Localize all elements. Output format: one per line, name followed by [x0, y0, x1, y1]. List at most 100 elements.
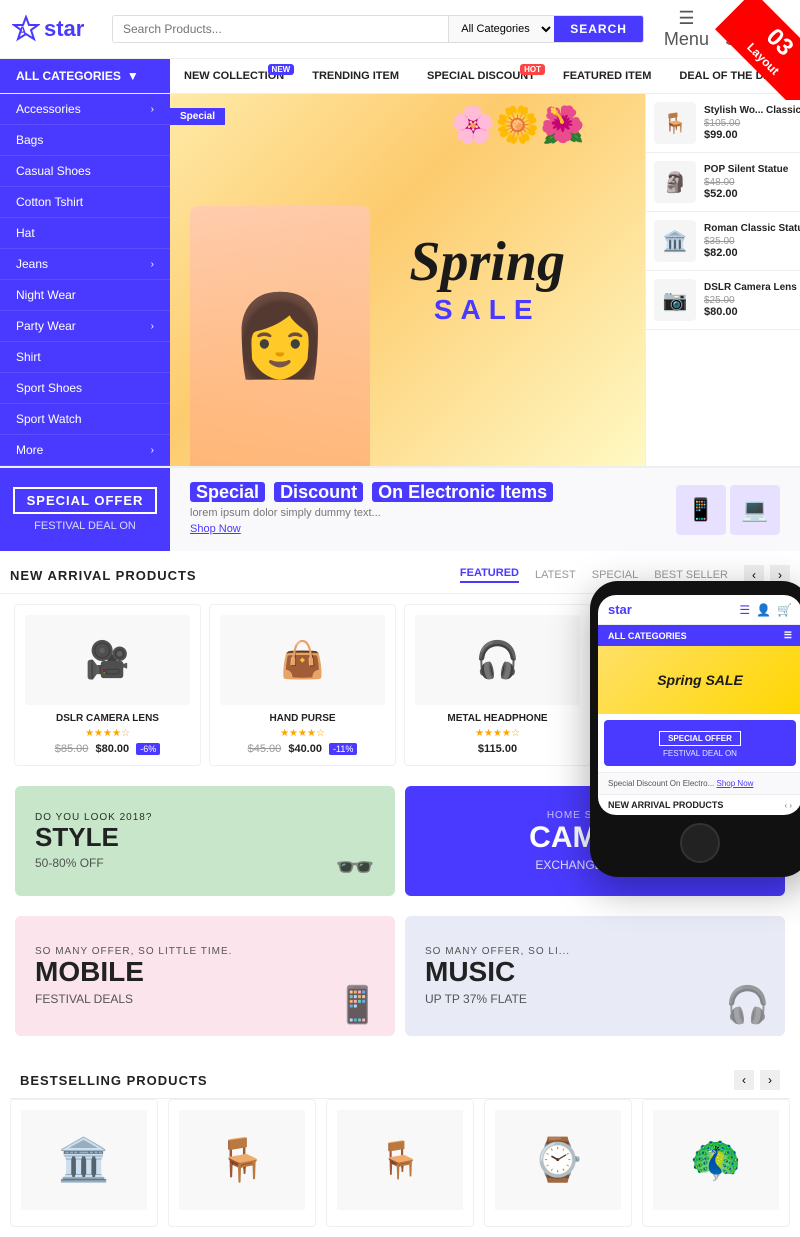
special-offer-left[interactable]: SPECIAL OFFER FESTIVAL DEAL ON: [0, 468, 170, 551]
product-price-2: $115.00: [415, 743, 580, 755]
logo[interactable]: A star: [12, 15, 102, 43]
phone-new-arrivals-header: NEW ARRIVAL PRODUCTS ‹ ›: [598, 794, 800, 815]
right-panel-item-3[interactable]: 📷 DSLR Camera Lens $25.00 $80.00: [646, 271, 800, 330]
phone-new-arrivals-label: NEW ARRIVAL PRODUCTS: [608, 800, 723, 810]
phone-discount-text: Special Discount On Electro...: [608, 779, 714, 788]
bestselling-products: 🏛️ 🪑 🪑 ⌚ 🦚: [10, 1099, 790, 1227]
right-panel-img-1: 🗿: [654, 161, 696, 203]
phone-cart-icon: 🛒: [777, 603, 792, 617]
product-stars-1: ★★★★☆: [220, 728, 385, 739]
right-panel-price-old-3: $25.00: [704, 295, 797, 306]
chevron-right-icon-jeans: ›: [151, 259, 154, 270]
bs-product-1[interactable]: 🪑: [168, 1099, 316, 1227]
bs-product-4[interactable]: 🦚: [642, 1099, 790, 1227]
tab-best-seller[interactable]: BEST SELLER: [654, 569, 728, 581]
sidebar-item-sport-shoes[interactable]: Sport Shoes: [0, 373, 170, 404]
product-img-2: 🎧: [415, 615, 580, 705]
hero-sale-text: SALE: [409, 294, 565, 326]
sidebar-item-casual-shoes[interactable]: Casual Shoes: [0, 156, 170, 187]
product-card-0[interactable]: 🎥 DSLR CAMERA LENS ★★★★☆ $85.00 $80.00 -…: [14, 604, 201, 766]
sidebar-item-accessories[interactable]: Accessories ›: [0, 94, 170, 125]
promo-banner-style[interactable]: DO YOU LOOK 2018? STYLE 50-80% OFF 🕶️: [15, 786, 395, 896]
right-panel-info-0: Stylish Wo... Classic Ch... $105.00 $99.…: [704, 105, 800, 141]
right-panel-title-0: Stylish Wo... Classic Ch...: [704, 105, 800, 116]
nav-new-badge: NEW: [268, 64, 295, 75]
search-input[interactable]: [113, 16, 448, 42]
bs-product-3[interactable]: ⌚: [484, 1099, 632, 1227]
product-badge-1: -11%: [329, 743, 357, 755]
product-new-price-2: $115.00: [478, 743, 517, 755]
phone-screen: star ☰ 👤 🛒 ALL CATEGORIES ☰ Spring SALE …: [598, 595, 800, 815]
sidebar-item-party-wear[interactable]: Party Wear ›: [0, 311, 170, 342]
right-panel-item-2[interactable]: 🏛️ Roman Classic Statue $35.00 $82.00: [646, 212, 800, 271]
header: A star All Categories SEARCH ☰ Menu 🎧 Su…: [0, 0, 800, 59]
mobile-banner-music[interactable]: SO MANY OFFER, SO LI... MUSIC UP TP 37% …: [405, 916, 785, 1036]
chevron-right-icon-more: ›: [151, 445, 154, 456]
shop-now-link[interactable]: Shop Now: [190, 523, 241, 535]
right-panel-title-1: POP Silent Statue: [704, 164, 788, 175]
product-stars-0: ★★★★☆: [25, 728, 190, 739]
right-panel-info-3: DSLR Camera Lens $25.00 $80.00: [704, 282, 797, 318]
sidebar-item-sport-watch[interactable]: Sport Watch: [0, 404, 170, 435]
phone-home-button: [680, 823, 720, 863]
product-card-1[interactable]: 👜 HAND PURSE ★★★★☆ $45.00 $40.00 -11%: [209, 604, 396, 766]
tab-featured[interactable]: FEATURED: [460, 567, 519, 583]
logo-text: star: [44, 16, 84, 42]
sidebar-item-shirt[interactable]: Shirt: [0, 342, 170, 373]
product-card-2[interactable]: 🎧 METAL HEADPHONE ★★★★☆ $115.00: [404, 604, 591, 766]
bestselling-title: BESTSELLING PRODUCTS: [20, 1073, 208, 1088]
nav-trending[interactable]: TRENDING ITEM: [298, 60, 413, 92]
mobile-title: MOBILE: [35, 957, 375, 988]
right-panel-price-new-0: $99.00: [704, 129, 800, 141]
right-panel-price-old-1: $48.00: [704, 177, 788, 188]
all-categories-btn[interactable]: ALL CATEGORIES ▼: [0, 59, 170, 93]
bs-product-2[interactable]: 🪑: [326, 1099, 474, 1227]
category-select[interactable]: All Categories: [448, 16, 554, 42]
nav-featured[interactable]: FEATURED ITEM: [549, 60, 665, 92]
bs-img-4: 🦚: [653, 1110, 779, 1210]
sidebar-item-more[interactable]: More ›: [0, 435, 170, 466]
offer-box-label: SPECIAL OFFER: [13, 487, 158, 514]
product-stars-2: ★★★★☆: [415, 728, 580, 739]
tab-latest[interactable]: LATEST: [535, 569, 576, 581]
phone-header: star ☰ 👤 🛒: [598, 595, 800, 625]
main-area: Accessories › Bags Casual Shoes Cotton T…: [0, 94, 800, 466]
phone-hero-text: Spring SALE: [657, 672, 743, 688]
product-old-price-0: $85.00: [55, 743, 89, 755]
right-panel-item-0[interactable]: 🪑 Stylish Wo... Classic Ch... $105.00 $9…: [646, 94, 800, 153]
right-panel-item-1[interactable]: 🗿 POP Silent Statue $48.00 $52.00: [646, 153, 800, 212]
right-panel-title-2: Roman Classic Statue: [704, 223, 800, 234]
chevron-down-icon: ▼: [127, 69, 139, 83]
sidebar-item-hat[interactable]: Hat: [0, 218, 170, 249]
sidebar-item-bags[interactable]: Bags: [0, 125, 170, 156]
search-bar: All Categories SEARCH: [112, 15, 644, 43]
sidebar-bags-label: Bags: [16, 133, 43, 147]
search-button[interactable]: SEARCH: [554, 16, 643, 42]
tab-special[interactable]: SPECIAL: [592, 569, 638, 581]
sidebar-sport-watch-label: Sport Watch: [16, 412, 82, 426]
nav-bar: ALL CATEGORIES ▼ NEW COLLECTION NEW TREN…: [0, 59, 800, 94]
music-emoji: 🎧: [725, 984, 770, 1026]
bestselling-next-btn[interactable]: ›: [760, 1070, 780, 1090]
hero-banner[interactable]: 🌸🌼🌺 👩 Spring SALE Special: [170, 94, 645, 466]
phone-shop-now[interactable]: Shop Now: [717, 779, 754, 788]
sidebar-item-jeans[interactable]: Jeans ›: [0, 249, 170, 280]
right-panel-img-3: 📷: [654, 279, 696, 321]
layout-badge: 03 Layout: [700, 0, 800, 100]
bs-img-0: 🏛️: [21, 1110, 147, 1210]
nav-new-collection[interactable]: NEW COLLECTION NEW: [170, 60, 298, 92]
new-arrival-section: NEW ARRIVAL PRODUCTS FEATURED LATEST SPE…: [0, 551, 800, 776]
nav-special-discount[interactable]: SPECIAL DISCOUNT HOT: [413, 60, 549, 92]
special-offer-right: Special Discount On Electronic Items lor…: [170, 468, 800, 551]
bestselling-prev-btn[interactable]: ‹: [734, 1070, 754, 1090]
sidebar-item-cotton-tshirt[interactable]: Cotton Tshirt: [0, 187, 170, 218]
mobile-banner-mobile[interactable]: SO MANY OFFER, SO LITTLE TIME. MOBILE FE…: [15, 916, 395, 1036]
phone-offer-label: SPECIAL OFFER: [659, 731, 741, 746]
right-panel-title-3: DSLR Camera Lens: [704, 282, 797, 293]
sidebar-item-night-wear[interactable]: Night Wear: [0, 280, 170, 311]
special-body-text: lorem ipsum dolor simply dummy text...: [190, 507, 656, 519]
hero-spring-text: Spring: [409, 234, 565, 290]
bs-product-0[interactable]: 🏛️: [10, 1099, 158, 1227]
product-name-2: METAL HEADPHONE: [415, 713, 580, 724]
bs-img-3: ⌚: [495, 1110, 621, 1210]
